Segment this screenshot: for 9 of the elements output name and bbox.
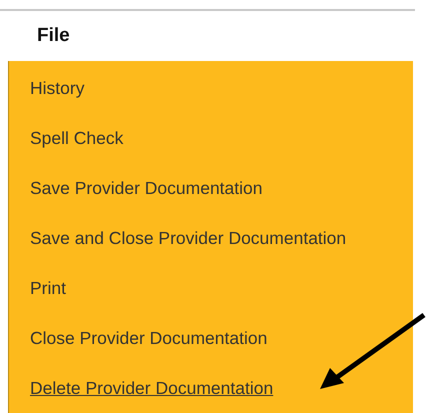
menu-item[interactable]: Save and Close Provider Documentation [9, 213, 413, 263]
menu-title[interactable]: File [37, 25, 70, 47]
menu-item[interactable]: Spell Check [9, 113, 413, 163]
menu-item[interactable]: History [9, 63, 413, 113]
menu-item[interactable]: Print [9, 263, 413, 313]
menu-item[interactable]: Save Provider Documentation [9, 163, 413, 213]
pointer-arrow-icon [318, 312, 428, 392]
menu-item[interactable]: Delete Provider Documentation [9, 363, 413, 413]
menu-item[interactable]: Close Provider Documentation [9, 313, 413, 363]
